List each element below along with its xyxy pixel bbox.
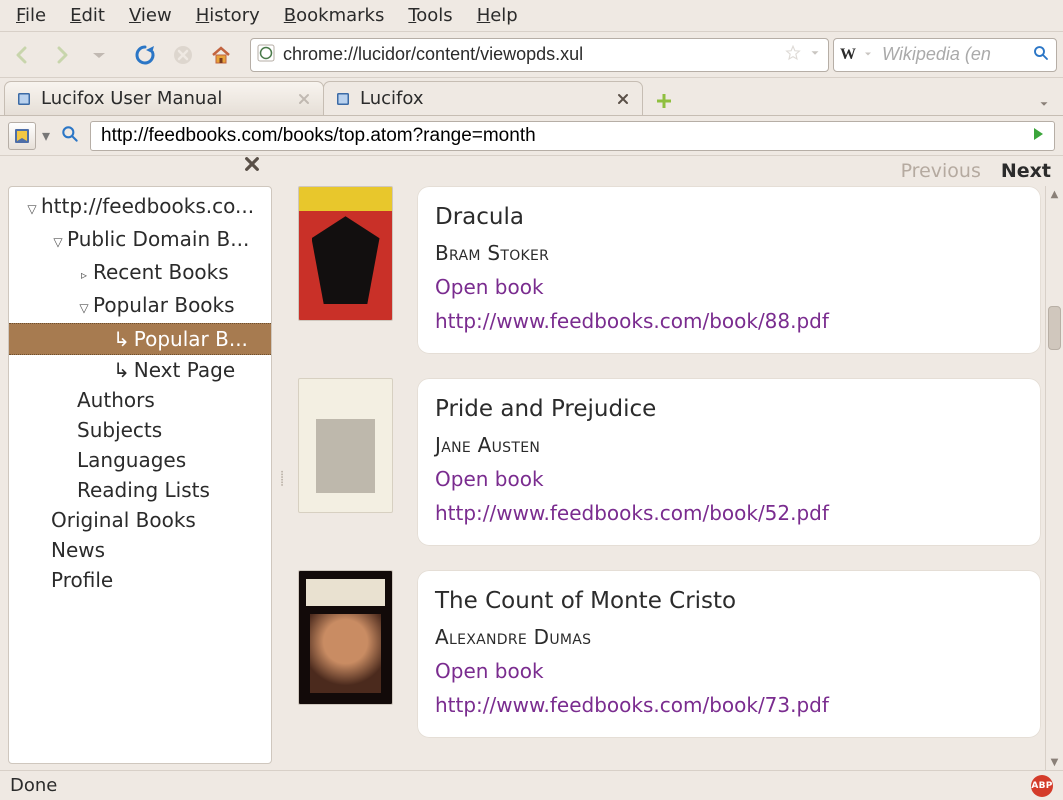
tree-reading-lists[interactable]: Reading Lists — [9, 475, 271, 505]
tree-root[interactable]: ▽http://feedbooks.co... — [9, 191, 271, 224]
book-card: The Count of Monte CristoAlexandre Dumas… — [417, 570, 1041, 738]
bookshelf-dropdown-icon[interactable]: ▾ — [42, 126, 50, 145]
book-url-link[interactable]: http://www.feedbooks.com/book/88.pdf — [435, 304, 1023, 338]
url-bar[interactable] — [250, 38, 829, 72]
book-author: Bram Stoker — [435, 236, 1023, 270]
scroll-thumb[interactable] — [1048, 306, 1061, 350]
tab-lucifox-manual[interactable]: Lucifox User Manual — [4, 81, 324, 115]
tree-subjects[interactable]: Subjects — [9, 415, 271, 445]
url-dropdown-icon[interactable] — [808, 45, 822, 64]
status-text: Done — [10, 775, 57, 796]
search-engine-icon[interactable]: W — [840, 46, 856, 64]
results-pane: DraculaBram StokerOpen bookhttp://www.fe… — [286, 186, 1063, 770]
tree-recent-books[interactable]: ▹Recent Books — [9, 257, 271, 290]
adblock-icon[interactable]: ABP — [1031, 775, 1053, 797]
book-title: Pride and Prejudice — [435, 392, 1023, 426]
new-tab-button[interactable] — [650, 87, 678, 115]
menu-file[interactable]: File — [6, 3, 56, 28]
menu-edit[interactable]: Edit — [60, 3, 115, 28]
feed-url-input[interactable] — [99, 124, 1024, 148]
tree-profile[interactable]: Profile — [9, 565, 271, 595]
pager-previous: Previous — [901, 160, 981, 182]
status-bar: Done ABP — [0, 770, 1063, 800]
tree-next-page[interactable]: ↳Next Page — [9, 355, 271, 385]
search-catalog-icon[interactable] — [56, 124, 84, 148]
book-title: The Count of Monte Cristo — [435, 584, 1023, 618]
home-button[interactable] — [204, 38, 238, 72]
go-icon[interactable] — [1030, 126, 1046, 146]
book-cover[interactable] — [298, 186, 393, 321]
tree-original-books[interactable]: Original Books — [9, 505, 271, 535]
book-row: The Count of Monte CristoAlexandre Dumas… — [298, 570, 1041, 738]
book-card: Pride and PrejudiceJane AustenOpen bookh… — [417, 378, 1041, 546]
feed-url-bar[interactable] — [90, 121, 1055, 151]
search-engine-dropdown-icon[interactable] — [862, 45, 874, 64]
tree-languages[interactable]: Languages — [9, 445, 271, 475]
navigation-toolbar: W — [0, 32, 1063, 78]
book-icon — [15, 90, 33, 108]
tree-public-domain[interactable]: ▽Public Domain B... — [9, 224, 271, 257]
open-book-link[interactable]: Open book — [435, 462, 1023, 496]
open-book-link[interactable]: Open book — [435, 270, 1023, 304]
main-content: ▽http://feedbooks.co... ▽Public Domain B… — [0, 186, 1063, 770]
menu-tools[interactable]: Tools — [398, 3, 462, 28]
url-input[interactable] — [281, 43, 778, 66]
close-sidebar-icon[interactable] — [244, 156, 260, 176]
scroll-down-icon[interactable]: ▼ — [1046, 754, 1063, 770]
opds-toolbar: ▾ — [0, 116, 1063, 156]
back-button[interactable] — [6, 38, 40, 72]
book-card: DraculaBram StokerOpen bookhttp://www.fe… — [417, 186, 1041, 354]
tabs-overflow-dropdown[interactable] — [1029, 96, 1059, 115]
close-tab-icon[interactable] — [295, 90, 313, 108]
tree-popular-books-page[interactable]: ↳Popular B... — [9, 323, 271, 355]
tree-authors[interactable]: Authors — [9, 385, 271, 415]
tab-label: Lucifox — [360, 88, 423, 109]
recent-pages-dropdown[interactable] — [82, 38, 116, 72]
menubar: File Edit View History Bookmarks Tools H… — [0, 0, 1063, 32]
tab-lucifox[interactable]: Lucifox — [323, 81, 643, 115]
menu-history[interactable]: History — [186, 3, 270, 28]
menu-help[interactable]: Help — [467, 3, 528, 28]
book-row: Pride and PrejudiceJane AustenOpen bookh… — [298, 378, 1041, 546]
book-author: Jane Austen — [435, 428, 1023, 462]
bookshelf-button[interactable] — [8, 122, 36, 150]
book-icon — [334, 90, 352, 108]
search-bar[interactable]: W — [833, 38, 1057, 72]
book-author: Alexandre Dumas — [435, 620, 1023, 654]
stop-button[interactable] — [166, 38, 200, 72]
close-tab-icon[interactable] — [614, 90, 632, 108]
site-identity-icon[interactable] — [257, 44, 275, 66]
search-go-icon[interactable] — [1032, 44, 1050, 66]
menu-view[interactable]: View — [119, 3, 182, 28]
open-book-link[interactable]: Open book — [435, 654, 1023, 688]
tab-label: Lucifox User Manual — [41, 88, 222, 109]
book-row: DraculaBram StokerOpen bookhttp://www.fe… — [298, 186, 1041, 354]
search-input[interactable] — [880, 43, 1026, 66]
bookmark-star-icon[interactable] — [784, 44, 802, 66]
pager-next[interactable]: Next — [1001, 160, 1051, 182]
tree-popular-books[interactable]: ▽Popular Books — [9, 290, 271, 323]
scrollbar[interactable]: ▲ ▼ — [1045, 186, 1063, 770]
book-title: Dracula — [435, 200, 1023, 234]
reload-button[interactable] — [128, 38, 162, 72]
splitter[interactable] — [278, 186, 286, 770]
scroll-up-icon[interactable]: ▲ — [1046, 186, 1063, 202]
book-url-link[interactable]: http://www.feedbooks.com/book/73.pdf — [435, 688, 1023, 722]
tree-news[interactable]: News — [9, 535, 271, 565]
forward-button[interactable] — [44, 38, 78, 72]
tab-strip: Lucifox User Manual Lucifox — [0, 78, 1063, 116]
book-cover[interactable] — [298, 378, 393, 513]
pager: Previous Next — [901, 160, 1051, 182]
book-cover[interactable] — [298, 570, 393, 705]
menu-bookmarks[interactable]: Bookmarks — [274, 3, 395, 28]
book-url-link[interactable]: http://www.feedbooks.com/book/52.pdf — [435, 496, 1023, 530]
catalog-tree: ▽http://feedbooks.co... ▽Public Domain B… — [8, 186, 272, 764]
